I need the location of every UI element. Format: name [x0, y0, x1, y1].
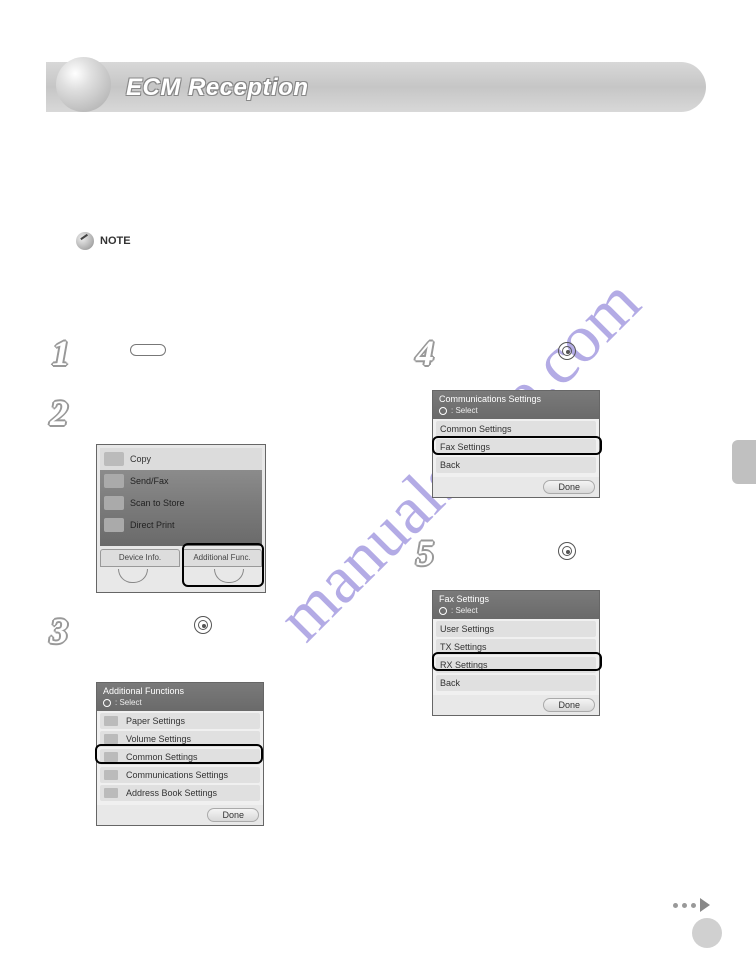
- done-row: Done: [433, 695, 599, 715]
- highlight-communications-settings: [95, 744, 263, 764]
- dot-icon: [673, 903, 678, 908]
- page-number-circle: [692, 918, 722, 948]
- dot-icon: [691, 903, 696, 908]
- note-icon: [76, 232, 94, 250]
- scan-icon: [104, 496, 124, 510]
- done-button[interactable]: Done: [543, 698, 595, 712]
- section-side-tab: [732, 440, 756, 484]
- ok-icon: [439, 407, 447, 415]
- screen-header-sub: : Select: [103, 697, 257, 709]
- highlight-fax-settings: [432, 436, 602, 455]
- volume-settings-icon: [104, 734, 118, 744]
- note-row: NOTE: [76, 232, 131, 250]
- step-number-5: 5: [416, 532, 434, 574]
- screen-header: Fax Settings : Select: [433, 591, 599, 619]
- done-button[interactable]: Done: [543, 480, 595, 494]
- main-menu-list: Copy Send/Fax Scan to Store Direct Print: [100, 448, 262, 546]
- arrow-right-icon: [700, 898, 710, 912]
- tab-device-info[interactable]: Device Info.: [100, 549, 180, 567]
- done-row: Done: [97, 805, 263, 825]
- list-item-label: Paper Settings: [126, 716, 185, 726]
- step-number-1: 1: [52, 332, 70, 374]
- screen-header-title: Communications Settings: [439, 393, 593, 405]
- menu-item[interactable]: Send/Fax: [100, 470, 262, 492]
- screen-header-title: Additional Functions: [103, 685, 257, 697]
- menu-item[interactable]: Copy: [100, 448, 262, 470]
- list-item[interactable]: Common Settings: [436, 421, 596, 437]
- screen-header-sub-text: : Select: [451, 405, 478, 417]
- done-row: Done: [433, 477, 599, 497]
- soft-key-indicators: [100, 569, 262, 589]
- note-label: NOTE: [100, 235, 131, 247]
- highlight-rx-settings: [432, 652, 602, 671]
- done-button[interactable]: Done: [207, 808, 259, 822]
- menu-item[interactable]: Scan to Store: [100, 492, 262, 514]
- button-pill-icon: [130, 344, 166, 356]
- footer-continuation-arrow: [673, 898, 710, 912]
- main-menu-tabs: Device Info. Additional Func.: [100, 549, 262, 567]
- list-item[interactable]: Communications Settings: [100, 767, 260, 783]
- screen-header: Additional Functions : Select: [97, 683, 263, 711]
- menu-item-label: Direct Print: [130, 520, 175, 530]
- copy-icon: [104, 452, 124, 466]
- softkey-right-icon: [214, 569, 244, 583]
- ok-icon: [439, 607, 447, 615]
- screen-header-sub: : Select: [439, 405, 593, 417]
- list-item-label: User Settings: [440, 624, 494, 634]
- list-item-label: Communications Settings: [126, 770, 228, 780]
- list-item[interactable]: Paper Settings: [100, 713, 260, 729]
- list-item[interactable]: Back: [436, 675, 596, 691]
- comm-settings-icon: [104, 770, 118, 780]
- menu-item[interactable]: Direct Print: [100, 514, 262, 536]
- step-number-3: 3: [50, 610, 68, 652]
- ok-icon: [103, 699, 111, 707]
- menu-item-label: Send/Fax: [130, 476, 169, 486]
- screen-header: Communications Settings : Select: [433, 391, 599, 419]
- menu-item-label: Scan to Store: [130, 498, 185, 508]
- menu-item-label: Copy: [130, 454, 151, 464]
- softkey-left-icon: [118, 569, 148, 583]
- list-item[interactable]: Address Book Settings: [100, 785, 260, 801]
- step-number-4: 4: [416, 332, 434, 374]
- dot-icon: [682, 903, 687, 908]
- list-item-label: Common Settings: [440, 424, 512, 434]
- scroll-wheel-icon: [558, 342, 576, 360]
- list-item[interactable]: Back: [436, 457, 596, 473]
- list-item-label: TX Settings: [440, 642, 487, 652]
- main-menu-screen: Copy Send/Fax Scan to Store Direct Print…: [96, 444, 266, 593]
- paper-settings-icon: [104, 716, 118, 726]
- tab-additional-func[interactable]: Additional Func.: [182, 549, 262, 567]
- address-book-icon: [104, 788, 118, 798]
- banner-sphere-icon: [56, 57, 111, 112]
- list-item-label: Address Book Settings: [126, 788, 217, 798]
- title-banner: ECM Reception: [46, 62, 706, 112]
- scroll-wheel-icon: [558, 542, 576, 560]
- screen-header-sub-text: : Select: [115, 697, 142, 709]
- print-icon: [104, 518, 124, 532]
- page-title: ECM Reception: [126, 74, 309, 102]
- scroll-wheel-icon: [194, 616, 212, 634]
- screen-header-sub: : Select: [439, 605, 593, 617]
- screen-header-title: Fax Settings: [439, 593, 593, 605]
- list-item-label: Back: [440, 678, 460, 688]
- sendfax-icon: [104, 474, 124, 488]
- step-number-2: 2: [50, 392, 68, 434]
- screen-header-sub-text: : Select: [451, 605, 478, 617]
- list-item[interactable]: User Settings: [436, 621, 596, 637]
- list-item-label: Back: [440, 460, 460, 470]
- list-item-label: Volume Settings: [126, 734, 191, 744]
